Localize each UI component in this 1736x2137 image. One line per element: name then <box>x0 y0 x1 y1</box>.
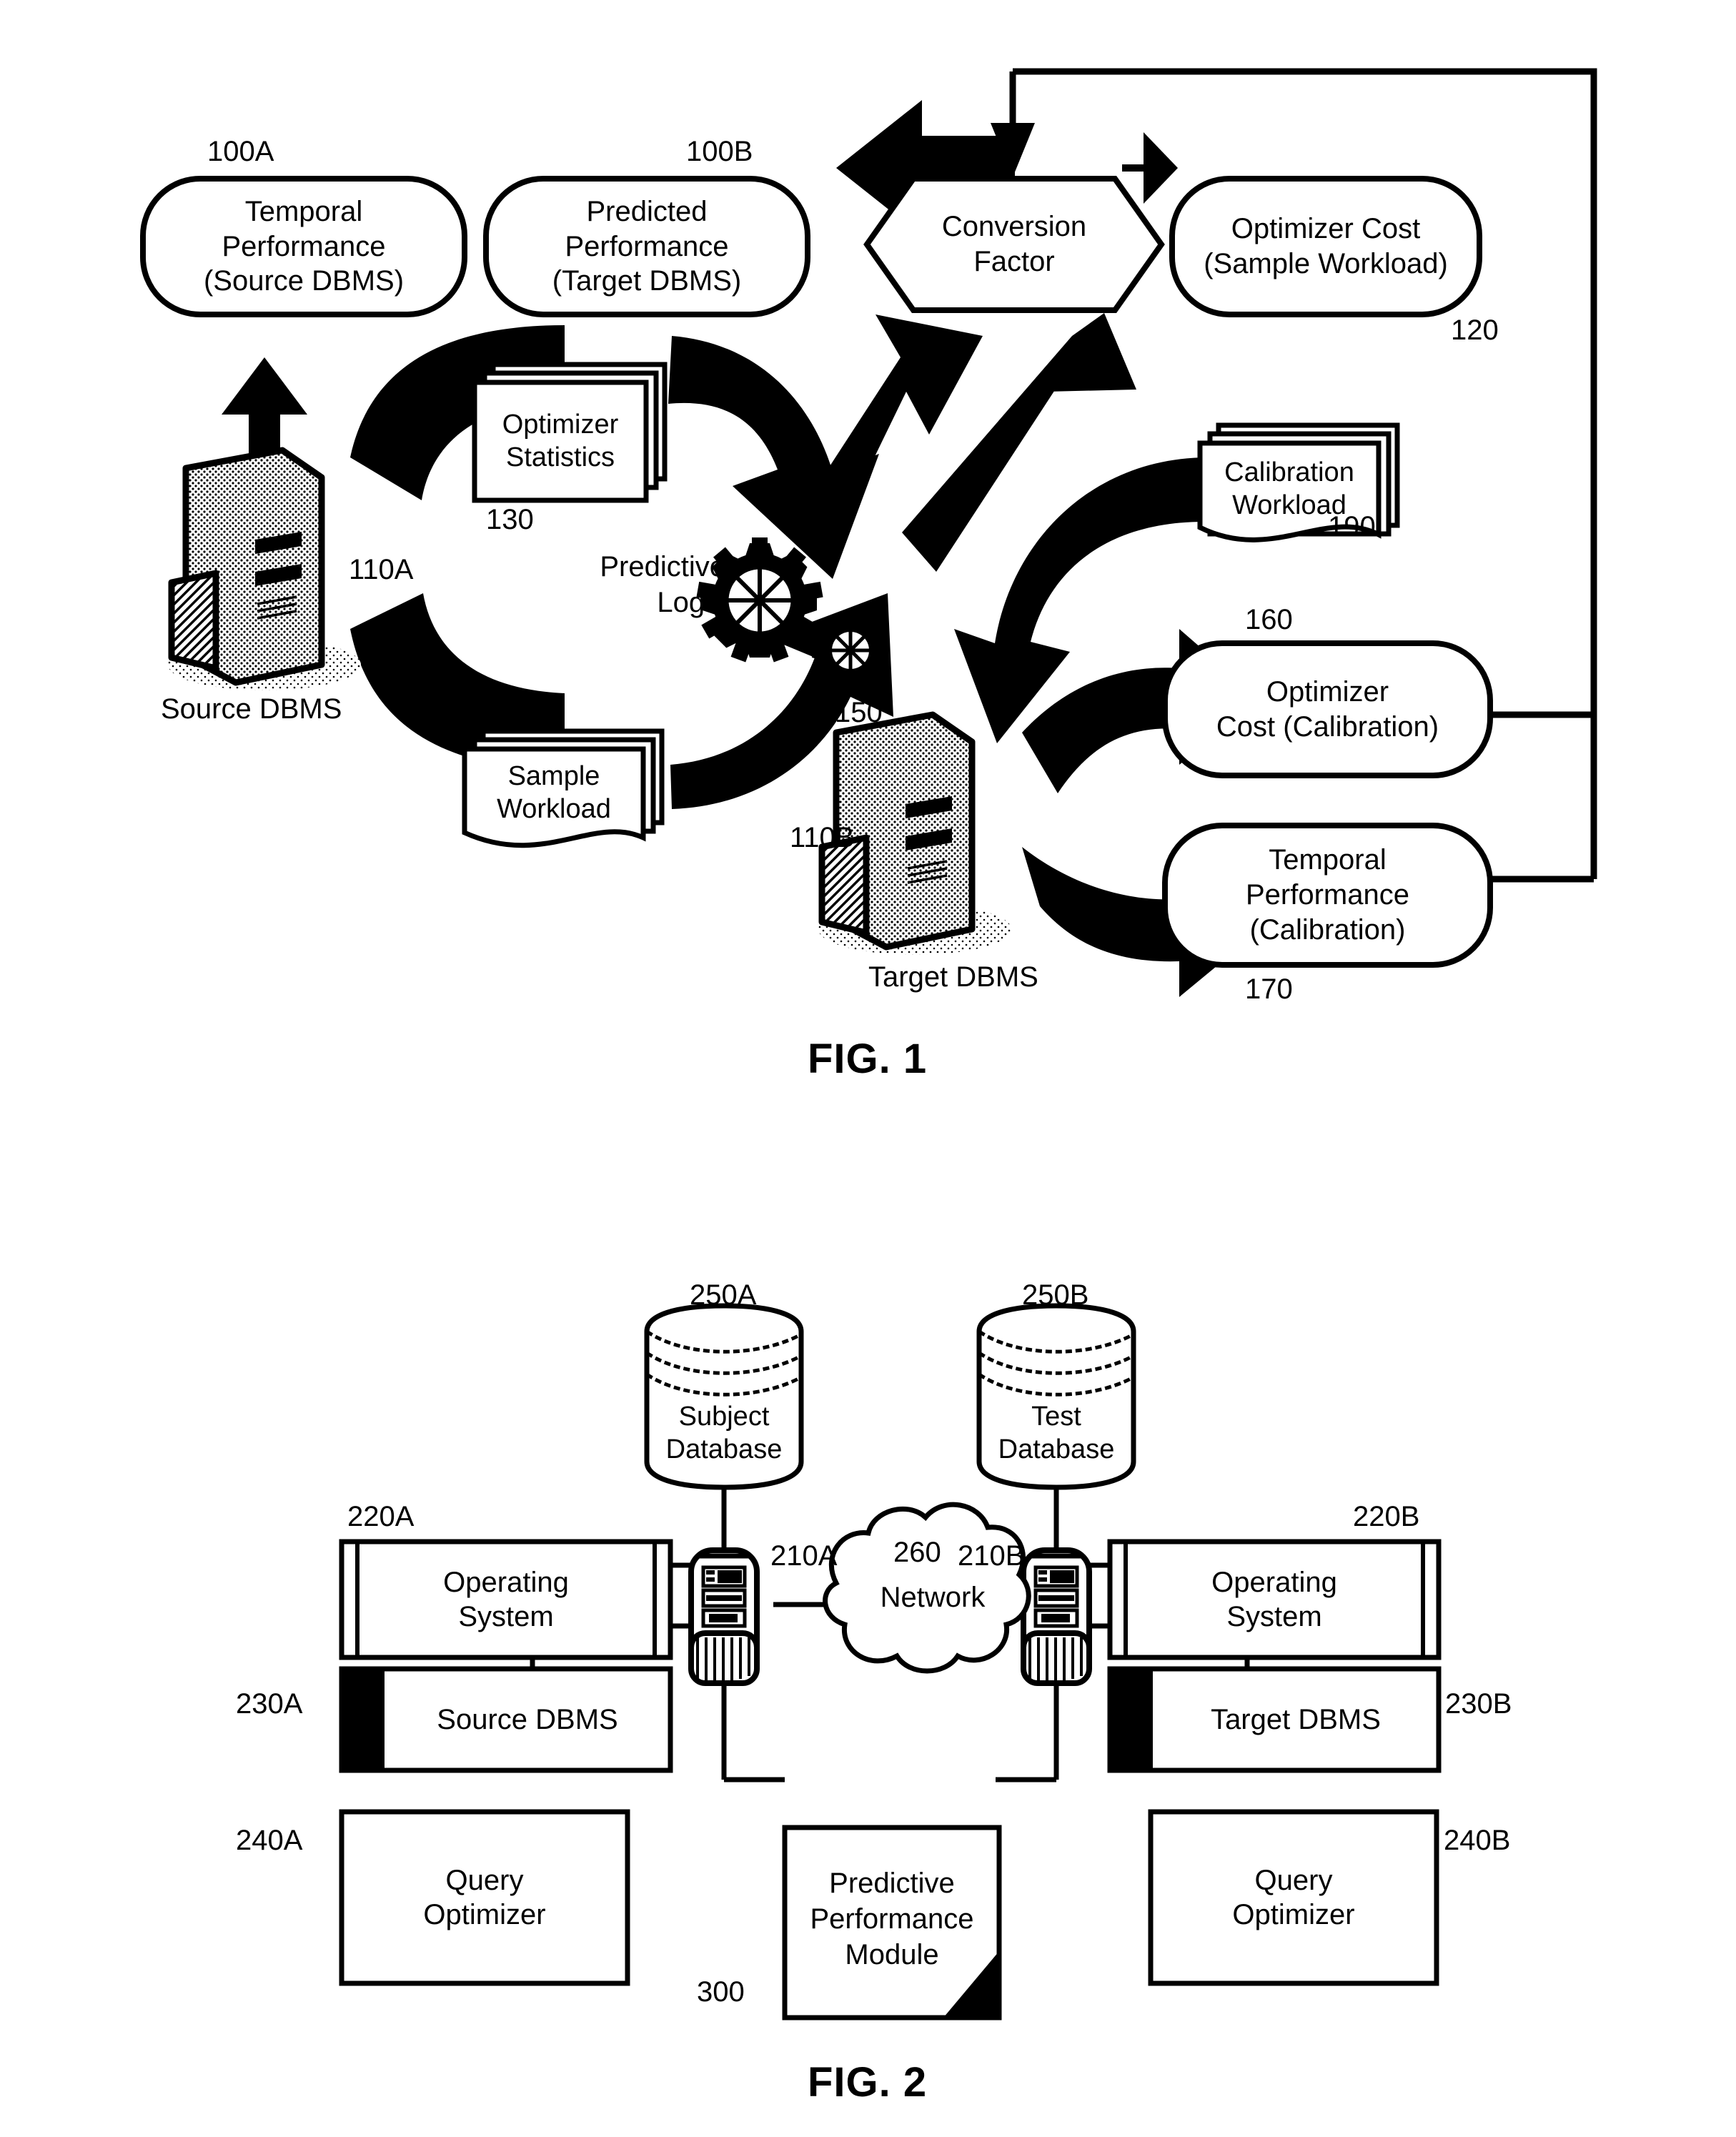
label-line: Subject <box>678 1402 770 1432</box>
label-temporal-performance-source: Temporal Performance (Source DBMS) <box>143 179 465 314</box>
label-line: Cost (Calibration) <box>1216 710 1439 743</box>
ref-120: 120 <box>1451 314 1499 346</box>
label-line: Workload <box>497 794 611 824</box>
label-line: Query <box>445 1865 524 1896</box>
label-line: Test <box>1031 1402 1081 1432</box>
ref-160: 160 <box>1245 604 1293 635</box>
label-line: Sample <box>507 761 600 792</box>
label-line: Calibration <box>1224 457 1354 488</box>
label-line: Database <box>665 1434 783 1464</box>
ref-210a: 210A <box>770 1540 838 1572</box>
label-target-dbms-fig2: Target DBMS <box>1153 1669 1439 1770</box>
label-line: Module <box>845 1939 939 1970</box>
label-line: Performance <box>810 1903 974 1935</box>
label-line: Predicted <box>586 195 708 227</box>
ref-150: 150 <box>835 697 883 728</box>
label-line: Temporal <box>1269 844 1387 876</box>
ref-100b: 100B <box>686 136 753 167</box>
fig2-caption: FIG. 2 <box>808 2059 928 2106</box>
patent-drawing-page: Temporal Performance (Source DBMS) 100A … <box>0 0 1736 2137</box>
label-line: (Source DBMS) <box>203 265 405 297</box>
label-line: (Calibration) <box>1249 913 1406 946</box>
label-temporal-performance-calibration: Temporal Performance (Calibration) <box>1165 825 1490 965</box>
label-line: Target DBMS <box>1211 1703 1381 1735</box>
label-line: Source DBMS <box>437 1703 618 1735</box>
ref-240a: 240A <box>236 1825 303 1856</box>
label-network: Network <box>880 1582 986 1613</box>
label-line: Predictive <box>829 1868 955 1899</box>
ref-210b: 210B <box>958 1540 1025 1572</box>
server-icon-210a <box>688 1547 760 1686</box>
label-line: Performance <box>565 230 729 262</box>
label-line: Operating <box>1211 1567 1337 1598</box>
label-predictive-logic: Predictive Logic <box>568 549 725 620</box>
label-line: Optimizer <box>423 1899 546 1930</box>
ref-220a: 220A <box>347 1501 415 1532</box>
ref-300: 300 <box>697 1976 745 2008</box>
label-conversion-factor: Conversion Factor <box>867 179 1161 310</box>
label-subject-database: Subject Database <box>647 1401 801 1466</box>
label-target-dbms: Target DBMS <box>868 961 1038 993</box>
label-line: Optimizer <box>502 409 619 440</box>
label-line: Database <box>998 1434 1115 1464</box>
label-line: Optimizer <box>1232 1899 1355 1930</box>
label-line: Conversion <box>941 211 1087 243</box>
label-line: System <box>1226 1601 1322 1632</box>
ref-240b: 240B <box>1444 1825 1511 1856</box>
ref-110b: 110B <box>790 822 855 853</box>
gear-icon-small <box>812 612 889 689</box>
label-line: System <box>458 1601 554 1632</box>
label-line: Query <box>1254 1865 1333 1896</box>
ref-170: 170 <box>1245 973 1293 1005</box>
label-query-optimizer-b: Query Optimizer <box>1151 1812 1437 1983</box>
label-operating-system-b: Operating System <box>1126 1542 1423 1657</box>
label-query-optimizer-a: Query Optimizer <box>342 1812 628 1983</box>
label-optimizer-statistics: Optimizer Statistics <box>475 382 646 500</box>
label-predictive-performance-module: Predictive Performance Module <box>785 1830 999 2008</box>
label-line: (Target DBMS) <box>552 265 742 297</box>
label-sample-workload: Sample Workload <box>465 754 643 833</box>
label-line: Predictive <box>600 551 725 582</box>
label-line: Optimizer Cost <box>1231 213 1421 245</box>
ref-250a: 250A <box>690 1279 757 1311</box>
ref-180: 180 <box>926 154 973 185</box>
label-source-dbms: Source DBMS <box>161 693 342 725</box>
ref-230b: 230B <box>1445 1688 1512 1720</box>
label-source-dbms-fig2: Source DBMS <box>385 1669 670 1770</box>
label-test-database: Test Database <box>979 1401 1134 1466</box>
label-line: Factor <box>973 246 1055 277</box>
label-optimizer-cost-sample: Optimizer Cost (Sample Workload) <box>1172 179 1479 314</box>
label-line: Optimizer <box>1266 675 1389 708</box>
fig1-caption: FIG. 1 <box>808 1036 928 1082</box>
ref-250b: 250B <box>1022 1279 1089 1311</box>
label-line: (Sample Workload) <box>1204 248 1448 279</box>
label-optimizer-cost-calibration: Optimizer Cost (Calibration) <box>1165 643 1490 775</box>
label-line: Logic <box>657 587 725 618</box>
server-icon-210b <box>1021 1547 1092 1686</box>
ref-220b: 220B <box>1353 1501 1420 1532</box>
ref-130: 130 <box>486 504 534 535</box>
ref-140: 140 <box>493 697 541 728</box>
label-predicted-performance-target: Predicted Performance (Target DBMS) <box>486 179 808 314</box>
ref-190: 190 <box>1328 511 1376 542</box>
label-line: Temporal <box>244 195 363 227</box>
ref-230a: 230A <box>236 1688 303 1720</box>
ref-110a: 110A <box>349 554 414 585</box>
label-line: Performance <box>1246 879 1409 911</box>
label-operating-system-a: Operating System <box>357 1542 655 1657</box>
ref-100a: 100A <box>207 136 274 167</box>
label-line: Operating <box>443 1567 569 1598</box>
ref-260: 260 <box>893 1537 941 1568</box>
server-icon-source-dbms <box>168 447 361 690</box>
label-line: Performance <box>222 230 386 262</box>
label-line: Statistics <box>505 442 615 472</box>
